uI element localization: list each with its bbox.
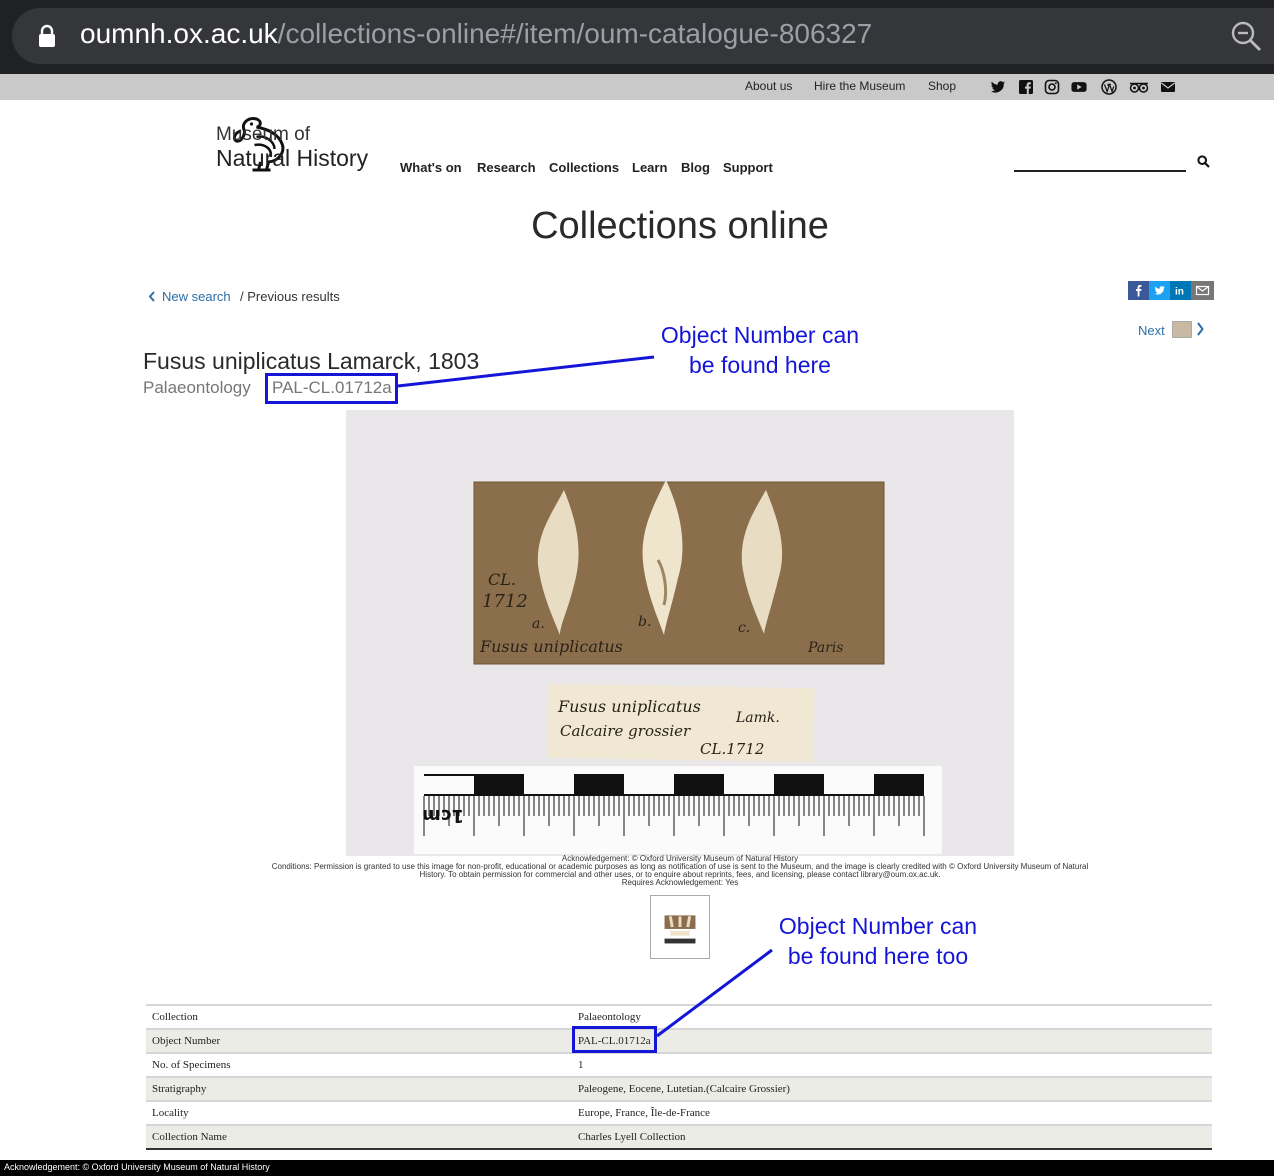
logo-text-line2: Natural History: [216, 145, 369, 171]
annotation-text: Object Number can: [778, 913, 978, 939]
new-search-label: New search: [162, 289, 231, 304]
svg-text:in: in: [1175, 287, 1184, 298]
wordpress-icon[interactable]: [1101, 79, 1117, 95]
svg-text:CL.: CL.: [488, 570, 516, 589]
lock-icon: [39, 24, 55, 47]
facebook-icon[interactable]: [1018, 79, 1034, 95]
tripadvisor-icon[interactable]: [1129, 79, 1149, 95]
shop-link[interactable]: Shop: [928, 79, 956, 93]
row-value: Charles Lyell Collection: [578, 1131, 686, 1143]
annotation-callout-1: Object Number can be found here: [628, 320, 892, 380]
table-row: Collection Palaeontology: [146, 1005, 1212, 1029]
row-label: Stratigraphy: [152, 1083, 207, 1095]
row-label: Locality: [152, 1107, 189, 1119]
svg-text:Fusus uniplicatus: Fusus uniplicatus: [557, 697, 701, 716]
svg-text:b.: b.: [638, 614, 651, 630]
linkedin-share-icon[interactable]: in: [1170, 281, 1191, 300]
specimen-photo[interactable]: CL. 1712 a. b. c. Fusus uniplicatus Pari…: [346, 410, 1014, 856]
nav-research[interactable]: Research: [477, 160, 536, 175]
search-icon[interactable]: [1197, 155, 1210, 168]
svg-text:c.: c.: [738, 620, 750, 636]
annotation-text: be found here: [689, 352, 831, 378]
svg-text:Lamk.: Lamk.: [735, 710, 780, 726]
nav-collections[interactable]: Collections: [549, 160, 619, 175]
table-row: Collection Name Charles Lyell Collection: [146, 1125, 1212, 1149]
next-link[interactable]: Next: [1138, 323, 1165, 338]
nav-blog[interactable]: Blog: [681, 160, 710, 175]
row-value: Europe, France, Île-de-France: [578, 1107, 710, 1119]
facebook-share-icon[interactable]: [1128, 281, 1149, 300]
row-label: No. of Specimens: [152, 1059, 231, 1071]
email-icon[interactable]: [1160, 79, 1176, 95]
row-value: 1: [578, 1059, 584, 1071]
new-search-link[interactable]: New search: [148, 289, 231, 304]
page-title: Collections online: [531, 205, 829, 247]
requires-acknowledgement: Requires Acknowledgement: Yes: [621, 878, 739, 887]
chevron-right-icon[interactable]: [1196, 322, 1204, 336]
hire-museum-link[interactable]: Hire the Museum: [814, 79, 905, 93]
logo-text-line1: Museum of: [216, 124, 310, 145]
object-department: Palaeontology: [143, 378, 251, 397]
nav-whats-on[interactable]: What's on: [400, 160, 462, 175]
nav-learn[interactable]: Learn: [632, 160, 667, 175]
annotation-callout-2: Object Number can be found here too: [742, 911, 1014, 971]
twitter-icon[interactable]: [990, 79, 1006, 95]
row-label: Object Number: [152, 1035, 221, 1047]
table-row: No. of Specimens 1: [146, 1053, 1212, 1077]
svg-text:Fusus uniplicatus: Fusus uniplicatus: [479, 637, 623, 656]
image-thumbnail[interactable]: [650, 895, 710, 959]
utility-bar: About us Hire the Museum Shop: [0, 74, 1274, 100]
svg-text:Paris: Paris: [807, 640, 844, 656]
table-row: Locality Europe, France, Île-de-France: [146, 1101, 1212, 1125]
details-table: Collection Palaeontology Object Number PAL…: [146, 1004, 1212, 1150]
annotation-text: Object Number can: [660, 322, 860, 348]
row-label: Collection: [152, 1011, 198, 1023]
annotation-box-heading: [265, 373, 398, 404]
table-row: Object Number PAL-CL.01712a: [146, 1029, 1212, 1053]
chevron-left-icon: [148, 291, 155, 302]
table-row: Stratigraphy Paleogene, Eocene, Lutetian.…: [146, 1077, 1212, 1101]
search-input[interactable]: [1014, 170, 1186, 172]
row-value: Palaeontology: [578, 1011, 641, 1023]
browser-address-bar: oumnh.ox.ac.uk/collections-online#/item/…: [0, 0, 1274, 74]
row-label: Collection Name: [152, 1131, 227, 1143]
instagram-icon[interactable]: [1044, 79, 1060, 95]
youtube-icon[interactable]: [1071, 79, 1087, 95]
zoom-out-icon[interactable]: [1230, 20, 1262, 52]
about-us-link[interactable]: About us: [745, 79, 792, 93]
twitter-share-icon[interactable]: [1149, 281, 1170, 300]
object-title: Fusus uniplicatus Lamarck, 1803: [143, 348, 480, 374]
url-text[interactable]: oumnh.ox.ac.uk/collections-online#/item/…: [80, 18, 872, 50]
nav-support[interactable]: Support: [723, 160, 773, 175]
url-host: oumnh.ox.ac.uk: [80, 18, 278, 49]
svg-text:1cm: 1cm: [422, 805, 464, 826]
svg-text:Calcaire grossier: Calcaire grossier: [560, 722, 691, 740]
footer-acknowledgement: Acknowledgement: © Oxford University Mus…: [4, 1162, 270, 1172]
annotation-text: be found here too: [787, 943, 969, 969]
previous-results-link[interactable]: / Previous results: [240, 289, 340, 304]
row-value: Paleogene, Eocene, Lutetian.(Calcaire Gr…: [578, 1083, 790, 1095]
svg-text:a.: a.: [532, 616, 545, 632]
url-path: /collections-online#/item/oum-catalogue-…: [277, 18, 873, 49]
email-share-icon[interactable]: [1191, 281, 1214, 300]
annotation-box-table: [572, 1026, 657, 1053]
svg-text:1712: 1712: [482, 591, 528, 612]
row-value: PAL-CL.01712a: [578, 1035, 651, 1047]
svg-text:CL.1712: CL.1712: [700, 740, 764, 758]
next-thumbnail[interactable]: [1172, 321, 1192, 338]
